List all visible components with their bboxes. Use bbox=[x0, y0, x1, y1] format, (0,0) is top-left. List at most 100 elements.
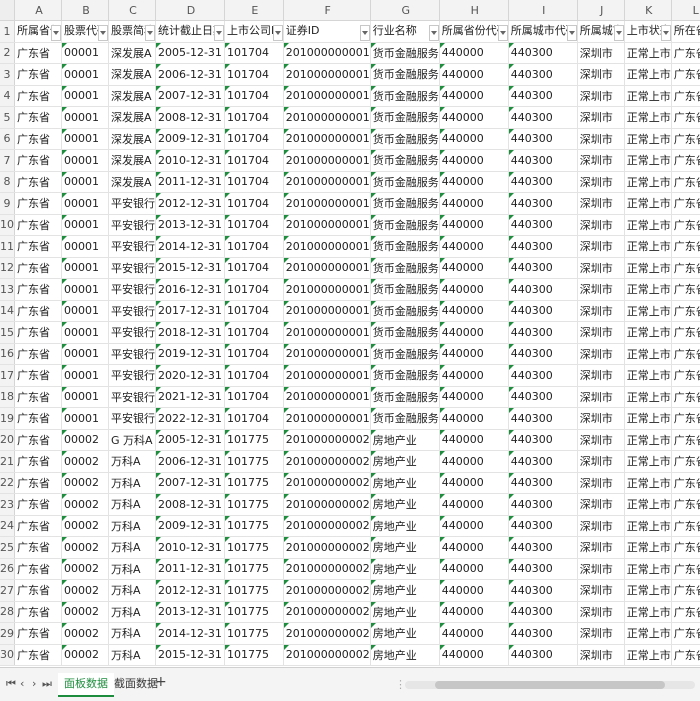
table-cell[interactable]: 201000000001 bbox=[283, 85, 371, 107]
table-cell[interactable]: 广东省 bbox=[14, 343, 62, 365]
table-cell[interactable]: 广东省 bbox=[671, 343, 700, 365]
row-number[interactable]: 8 bbox=[0, 171, 15, 193]
table-cell[interactable]: 2009-12-31 bbox=[155, 515, 225, 537]
table-cell[interactable]: 房地产业 bbox=[370, 493, 440, 516]
table-cell[interactable]: 广东省 bbox=[671, 622, 700, 645]
table-cell[interactable]: 440300 bbox=[508, 85, 578, 107]
scrollbar-thumb[interactable] bbox=[435, 681, 665, 689]
table-cell[interactable]: 440000 bbox=[439, 644, 509, 666]
table-cell[interactable]: 广东省 bbox=[14, 364, 62, 387]
row-number[interactable]: 24 bbox=[0, 515, 15, 537]
table-cell[interactable]: 万科A bbox=[108, 579, 156, 602]
row-number[interactable]: 20 bbox=[0, 429, 15, 451]
table-cell[interactable]: 万科A bbox=[108, 644, 156, 666]
table-cell[interactable]: 货币金融服务 bbox=[370, 42, 440, 64]
table-cell[interactable]: 00001 bbox=[61, 300, 109, 322]
column-header[interactable]: 证券ID bbox=[283, 20, 371, 43]
column-letter-H[interactable]: H bbox=[439, 0, 509, 21]
filter-dropdown-icon[interactable] bbox=[613, 24, 624, 41]
table-cell[interactable]: 广东省 bbox=[14, 515, 62, 537]
table-cell[interactable]: 正常上市 bbox=[624, 536, 672, 559]
table-cell[interactable]: 00001 bbox=[61, 364, 109, 387]
table-cell[interactable]: 正常上市 bbox=[624, 429, 672, 451]
table-cell[interactable]: 440000 bbox=[439, 235, 509, 258]
table-cell[interactable]: 广东省 bbox=[14, 192, 62, 215]
row-number[interactable]: 7 bbox=[0, 149, 15, 172]
table-cell[interactable]: 深圳市 bbox=[577, 128, 625, 150]
table-cell[interactable]: 00002 bbox=[61, 493, 109, 516]
filter-dropdown-icon[interactable] bbox=[566, 24, 577, 41]
table-cell[interactable]: 440300 bbox=[508, 536, 578, 559]
table-cell[interactable]: 440300 bbox=[508, 171, 578, 193]
row-number[interactable]: 28 bbox=[0, 601, 15, 623]
table-cell[interactable]: 货币金融服务 bbox=[370, 106, 440, 129]
table-cell[interactable]: 房地产业 bbox=[370, 601, 440, 623]
table-cell[interactable]: 2006-12-31 bbox=[155, 63, 225, 86]
table-cell[interactable]: 440300 bbox=[508, 300, 578, 322]
horizontal-scrollbar[interactable] bbox=[405, 681, 695, 689]
table-cell[interactable]: 货币金融服务 bbox=[370, 257, 440, 279]
table-cell[interactable]: 货币金融服务 bbox=[370, 407, 440, 430]
table-cell[interactable]: 货币金融服务 bbox=[370, 343, 440, 365]
table-cell[interactable]: 201000000002 bbox=[283, 579, 371, 602]
column-letter-D[interactable]: D bbox=[155, 0, 225, 21]
table-cell[interactable]: 广东省 bbox=[14, 235, 62, 258]
table-cell[interactable]: 2007-12-31 bbox=[155, 85, 225, 107]
table-cell[interactable]: 广东省 bbox=[671, 106, 700, 129]
table-cell[interactable]: 00001 bbox=[61, 149, 109, 172]
table-cell[interactable]: 101704 bbox=[224, 149, 284, 172]
table-cell[interactable]: 00001 bbox=[61, 85, 109, 107]
column-letter-G[interactable]: G bbox=[370, 0, 440, 21]
table-cell[interactable]: 201000000001 bbox=[283, 128, 371, 150]
table-cell[interactable]: 广东省 bbox=[14, 128, 62, 150]
table-cell[interactable]: 440300 bbox=[508, 192, 578, 215]
table-cell[interactable]: 正常上市 bbox=[624, 558, 672, 580]
filter-dropdown-icon[interactable] bbox=[98, 24, 108, 41]
table-cell[interactable]: 万科A bbox=[108, 622, 156, 645]
column-header[interactable]: 股票代码 bbox=[61, 20, 109, 43]
table-cell[interactable]: 101704 bbox=[224, 343, 284, 365]
table-cell[interactable]: 广东省 bbox=[14, 622, 62, 645]
table-cell[interactable]: 广东省 bbox=[671, 321, 700, 344]
table-cell[interactable]: 房地产业 bbox=[370, 450, 440, 473]
table-cell[interactable]: 2016-12-31 bbox=[155, 278, 225, 301]
table-cell[interactable]: 深圳市 bbox=[577, 493, 625, 516]
table-cell[interactable]: 正常上市 bbox=[624, 278, 672, 301]
table-cell[interactable]: 440000 bbox=[439, 106, 509, 129]
table-cell[interactable]: 440000 bbox=[439, 407, 509, 430]
filter-dropdown-icon[interactable] bbox=[214, 24, 224, 41]
table-cell[interactable]: 201000000002 bbox=[283, 493, 371, 516]
table-cell[interactable]: 440300 bbox=[508, 63, 578, 86]
table-cell[interactable]: 101704 bbox=[224, 278, 284, 301]
row-number[interactable]: 25 bbox=[0, 536, 15, 559]
table-cell[interactable]: 440000 bbox=[439, 128, 509, 150]
table-cell[interactable]: 广东省 bbox=[671, 149, 700, 172]
table-cell[interactable]: 2006-12-31 bbox=[155, 450, 225, 473]
table-cell[interactable]: 201000000002 bbox=[283, 644, 371, 666]
table-cell[interactable]: 广东省 bbox=[14, 579, 62, 602]
column-letter-C[interactable]: C bbox=[108, 0, 156, 21]
table-cell[interactable]: 广东省 bbox=[671, 235, 700, 258]
table-cell[interactable]: 货币金融服务 bbox=[370, 149, 440, 172]
table-cell[interactable]: 房地产业 bbox=[370, 472, 440, 494]
table-cell[interactable]: 440000 bbox=[439, 257, 509, 279]
table-cell[interactable]: 房地产业 bbox=[370, 536, 440, 559]
table-cell[interactable]: 广东省 bbox=[14, 300, 62, 322]
table-cell[interactable]: 00001 bbox=[61, 171, 109, 193]
table-cell[interactable]: 货币金融服务 bbox=[370, 364, 440, 387]
table-cell[interactable]: 货币金融服务 bbox=[370, 171, 440, 193]
table-cell[interactable]: 440000 bbox=[439, 214, 509, 236]
table-cell[interactable]: 00002 bbox=[61, 515, 109, 537]
table-cell[interactable]: 广东省 bbox=[14, 149, 62, 172]
table-cell[interactable]: 广东省 bbox=[14, 171, 62, 193]
table-cell[interactable]: 101775 bbox=[224, 429, 284, 451]
table-cell[interactable]: 00001 bbox=[61, 42, 109, 64]
table-cell[interactable]: 201000000001 bbox=[283, 106, 371, 129]
table-cell[interactable]: 广东省 bbox=[671, 429, 700, 451]
table-cell[interactable]: 正常上市 bbox=[624, 493, 672, 516]
table-cell[interactable]: 深圳市 bbox=[577, 257, 625, 279]
table-cell[interactable]: 正常上市 bbox=[624, 386, 672, 408]
table-cell[interactable]: 440000 bbox=[439, 472, 509, 494]
table-cell[interactable]: 440300 bbox=[508, 42, 578, 64]
table-cell[interactable]: 00002 bbox=[61, 579, 109, 602]
